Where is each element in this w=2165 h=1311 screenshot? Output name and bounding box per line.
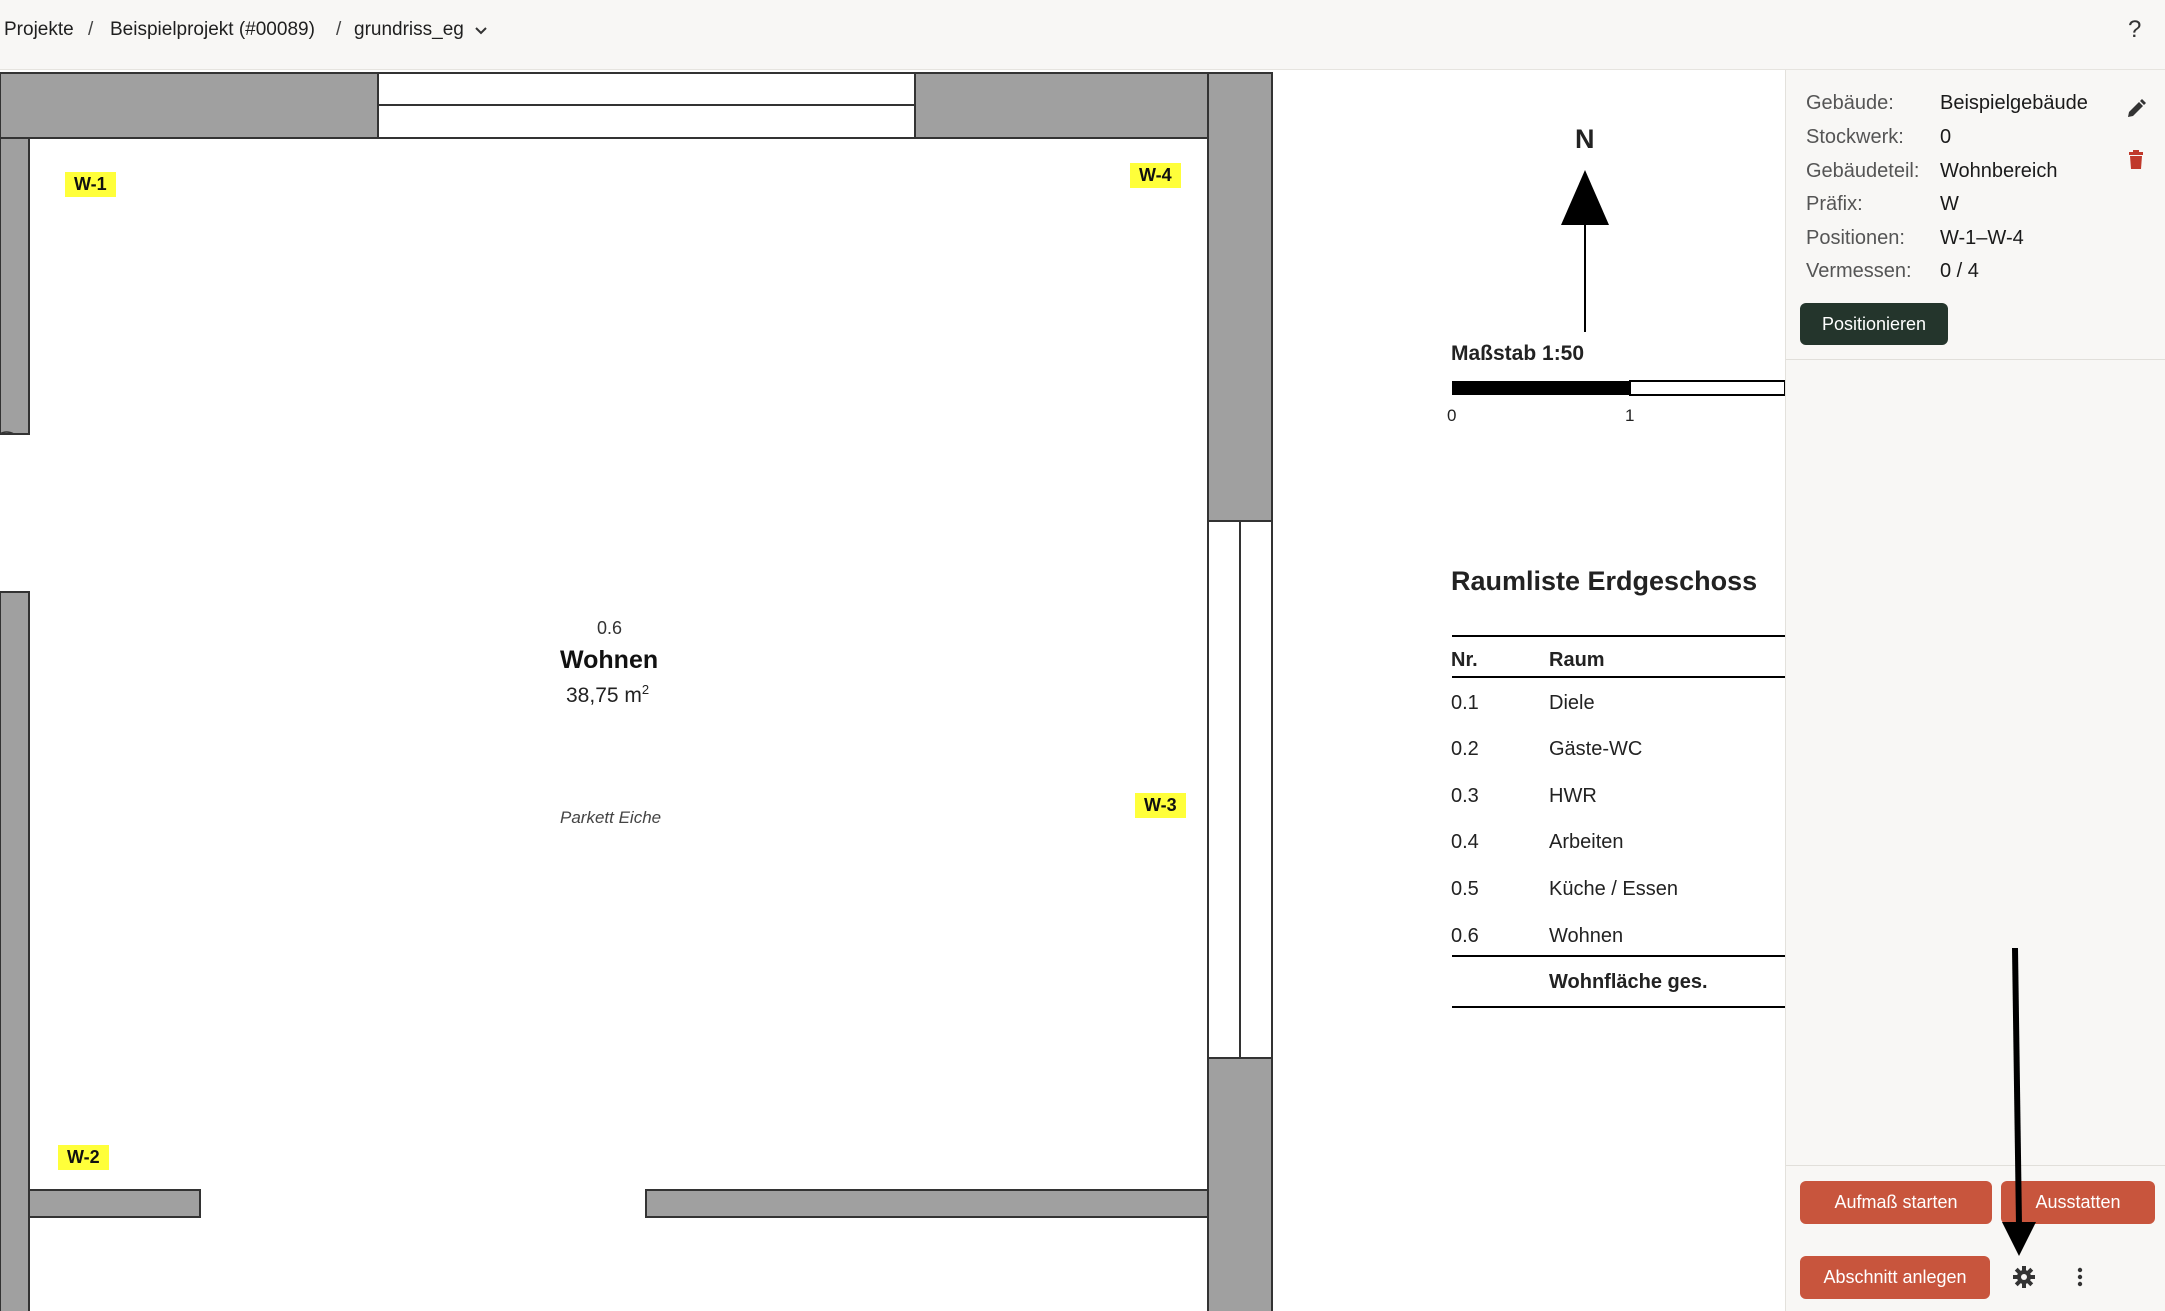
room-list-nr: 0.1 xyxy=(1451,692,1479,714)
room-list-nr: 0.5 xyxy=(1451,878,1479,900)
scale-tick: 1 xyxy=(1625,406,1635,425)
info-row-stockwerk: Stockwerk: 0 xyxy=(1806,126,1951,149)
positionieren-button[interactable]: Positionieren xyxy=(1800,303,1948,345)
trash-icon[interactable] xyxy=(2127,150,2145,170)
help-icon[interactable]: ? xyxy=(2128,16,2141,44)
info-value: 0 xyxy=(1940,126,1952,148)
scale-bar-white xyxy=(1629,380,1785,396)
details-panel: Gebäude: Beispielgebäude Stockwerk: 0 Gebä… xyxy=(1785,70,2165,1311)
room-name: Wohnen xyxy=(560,646,659,674)
info-value: W xyxy=(1940,193,1959,215)
room-list-raum: Küche / Essen xyxy=(1549,878,1678,900)
abschnitt-anlegen-button[interactable]: Abschnitt anlegen xyxy=(1800,1256,1990,1299)
info-label: Positionen: xyxy=(1806,227,1905,249)
info-value: Wohnbereich xyxy=(1940,160,2058,182)
room-list-nr: 0.4 xyxy=(1451,831,1479,853)
breadcrumb-plan[interactable]: grundriss_eg xyxy=(354,19,464,41)
room-list-raum: Arbeiten xyxy=(1549,831,1624,853)
info-row-gebaeude: Gebäude: Beispielgebäude xyxy=(1806,92,2088,115)
info-row-vermessen: Vermessen: 0 / 4 xyxy=(1806,260,1979,283)
marker-w-1[interactable]: W-1 xyxy=(65,172,116,197)
chevron-down-icon[interactable] xyxy=(474,24,488,38)
marker-w-2[interactable]: W-2 xyxy=(58,1145,109,1170)
wall-right-lower xyxy=(1207,1057,1273,1311)
kebab-menu-icon[interactable] xyxy=(2074,1266,2086,1288)
marker-w-4[interactable]: W-4 xyxy=(1130,163,1181,188)
room-area: 38,75 m2 xyxy=(566,682,650,707)
room-number: 0.6 xyxy=(597,618,623,638)
gear-icon[interactable] xyxy=(2012,1265,2036,1289)
info-row-gebaeudeteil: Gebäudeteil: Wohnbereich xyxy=(1806,160,2057,183)
top-bar: Projekte / Beispielprojekt (#00089) / gr… xyxy=(0,0,2165,70)
room-list-title: Raumliste Erdgeschoss xyxy=(1451,566,1758,596)
room-list-raum: Gäste-WC xyxy=(1549,738,1643,760)
wall-left-lower xyxy=(0,591,30,1311)
pencil-icon[interactable] xyxy=(2125,98,2147,120)
wall-inner-right xyxy=(645,1189,1209,1218)
marker-w-3[interactable]: W-3 xyxy=(1135,793,1186,818)
room-list-nr: 0.2 xyxy=(1451,738,1479,760)
panel-divider xyxy=(1786,1165,2165,1166)
breadcrumb-separator: / xyxy=(336,19,342,40)
aufmass-starten-button[interactable]: Aufmaß starten xyxy=(1800,1181,1992,1224)
room-list-header-nr: Nr. xyxy=(1451,649,1478,671)
info-row-praefix: Präfix: W xyxy=(1806,193,1959,216)
wall-left-upper xyxy=(0,137,30,435)
info-value: W-1–W-4 xyxy=(1940,227,2024,249)
panel-divider xyxy=(1786,359,2165,360)
room-list-raum: Wohnen xyxy=(1549,925,1624,947)
breadcrumb-separator: / xyxy=(88,19,94,40)
room-list-nr: 0.3 xyxy=(1451,785,1479,807)
room-list-raum: HWR xyxy=(1549,785,1597,807)
north-label: N xyxy=(1575,124,1595,154)
info-label: Präfix: xyxy=(1806,193,1863,215)
ausstatten-button[interactable]: Ausstatten xyxy=(2001,1181,2155,1224)
breadcrumb-project[interactable]: Beispielprojekt (#00089) xyxy=(110,19,315,41)
wall-inner-left xyxy=(28,1189,201,1218)
info-label: Vermessen: xyxy=(1806,260,1912,282)
room-list-header-raum: Raum xyxy=(1549,649,1605,671)
floor-plan-canvas[interactable]: W-1 W-2 W-3 W-4 0.6 Wohnen 38,75 m2 Park… xyxy=(0,70,1785,1311)
floor-plan-drawing xyxy=(0,72,1785,1311)
info-label: Stockwerk: xyxy=(1806,126,1904,148)
info-label: Gebäudeteil: xyxy=(1806,160,1920,182)
north-arrow-head xyxy=(1561,170,1609,225)
info-value: 0 / 4 xyxy=(1940,260,1979,282)
room-flooring: Parkett Eiche xyxy=(560,808,662,827)
room-list-raum: Diele xyxy=(1549,692,1595,714)
room-list-total-label: Wohnfläche ges. xyxy=(1549,971,1708,993)
wall-right-upper xyxy=(1207,72,1273,522)
info-value: Beispielgebäude xyxy=(1940,92,2088,114)
scale-title: Maßstab 1:50 xyxy=(1451,342,1585,365)
wall-top-left xyxy=(0,72,379,139)
info-row-positionen: Positionen: W-1–W-4 xyxy=(1806,227,2024,250)
wall-top-right xyxy=(914,72,1210,139)
breadcrumb-projekte[interactable]: Projekte xyxy=(4,19,74,41)
info-label: Gebäude: xyxy=(1806,92,1894,114)
scale-bar-black xyxy=(1452,381,1630,395)
scale-tick: 0 xyxy=(1447,406,1457,425)
room-list-nr: 0.6 xyxy=(1451,925,1479,947)
